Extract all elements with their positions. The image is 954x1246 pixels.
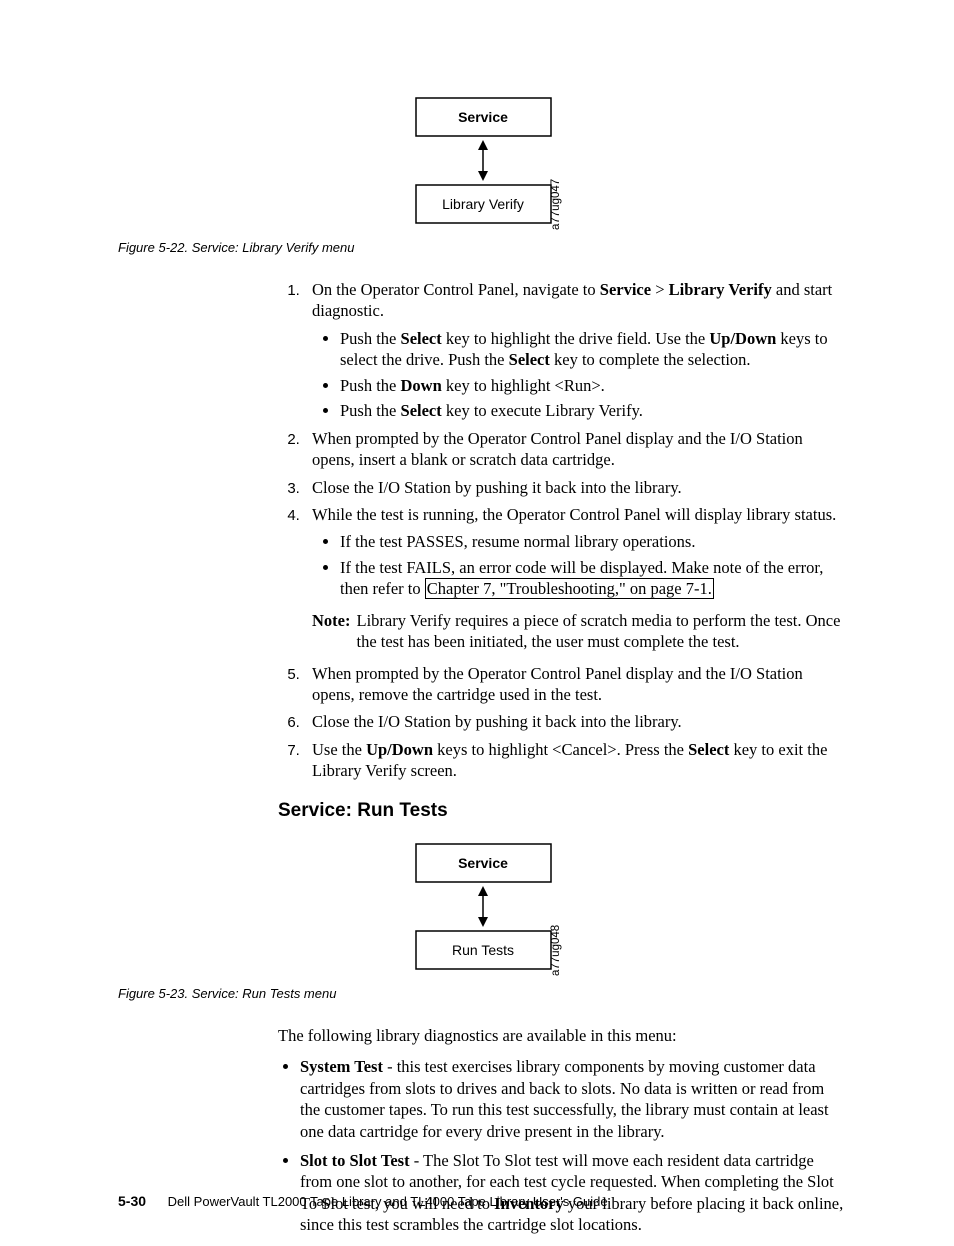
- footer-title: Dell PowerVault TL2000 Tape Library and …: [168, 1194, 608, 1209]
- step4-substeps: If the test PASSES, resume normal librar…: [312, 531, 848, 599]
- step1-sub3: Push the Select key to execute Library V…: [340, 400, 848, 421]
- figure1-caption: Figure 5-22. Service: Library Verify men…: [118, 240, 848, 255]
- step-3: Close the I/O Station by pushing it back…: [304, 477, 848, 498]
- step4-sub2: If the test FAILS, an error code will be…: [340, 557, 848, 600]
- step-1: On the Operator Control Panel, navigate …: [304, 279, 848, 422]
- system-test-item: System Test - this test exercises librar…: [300, 1056, 848, 1142]
- step-4: While the test is running, the Operator …: [304, 504, 848, 653]
- page-number: 5-30: [118, 1193, 146, 1209]
- link-chapter7[interactable]: Chapter 7, "Troubleshooting," on page 7-…: [425, 578, 714, 599]
- step-7: Use the Up/Down keys to highlight <Cance…: [304, 739, 848, 782]
- step-6: Close the I/O Station by pushing it back…: [304, 711, 848, 732]
- figure2-ref: a77ug048: [550, 925, 562, 976]
- heading-run-tests: Service: Run Tests: [278, 800, 848, 822]
- service-library-verify-diagram: Service Library Verify: [401, 90, 566, 230]
- figure-2: Service Run Tests a77ug048: [118, 836, 848, 976]
- intro-para: The following library diagnostics are av…: [278, 1025, 848, 1046]
- step1-sub1: Push the Select key to highlight the dri…: [340, 328, 848, 371]
- note-label: Note:: [312, 610, 356, 653]
- step1-sub2: Push the Down key to highlight <Run>.: [340, 375, 848, 396]
- step1-substeps: Push the Select key to highlight the dri…: [312, 328, 848, 422]
- figure1-ref: a77ug047: [550, 179, 562, 230]
- step-2: When prompted by the Operator Control Pa…: [304, 428, 848, 471]
- figure2-caption: Figure 5-23. Service: Run Tests menu: [118, 986, 848, 1001]
- diagram2-bottom-label: Run Tests: [452, 942, 514, 958]
- page-content: Service Library Verify a77ug047 Figure 5…: [118, 90, 848, 1246]
- step4-sub1: If the test PASSES, resume normal librar…: [340, 531, 848, 552]
- note-body: Library Verify requires a piece of scrat…: [356, 610, 848, 653]
- figure-1: Service Library Verify a77ug047: [118, 90, 848, 230]
- diagram1-bottom-label: Library Verify: [442, 196, 524, 212]
- procedure-steps: On the Operator Control Panel, navigate …: [278, 279, 848, 782]
- note: Note: Library Verify requires a piece of…: [312, 610, 848, 653]
- service-run-tests-diagram: Service Run Tests: [401, 836, 566, 976]
- diagram2-top-label: Service: [458, 855, 508, 871]
- page-footer: 5-30 Dell PowerVault TL2000 Tape Library…: [118, 1193, 608, 1209]
- step-5: When prompted by the Operator Control Pa…: [304, 663, 848, 706]
- diagram1-top-label: Service: [458, 109, 508, 125]
